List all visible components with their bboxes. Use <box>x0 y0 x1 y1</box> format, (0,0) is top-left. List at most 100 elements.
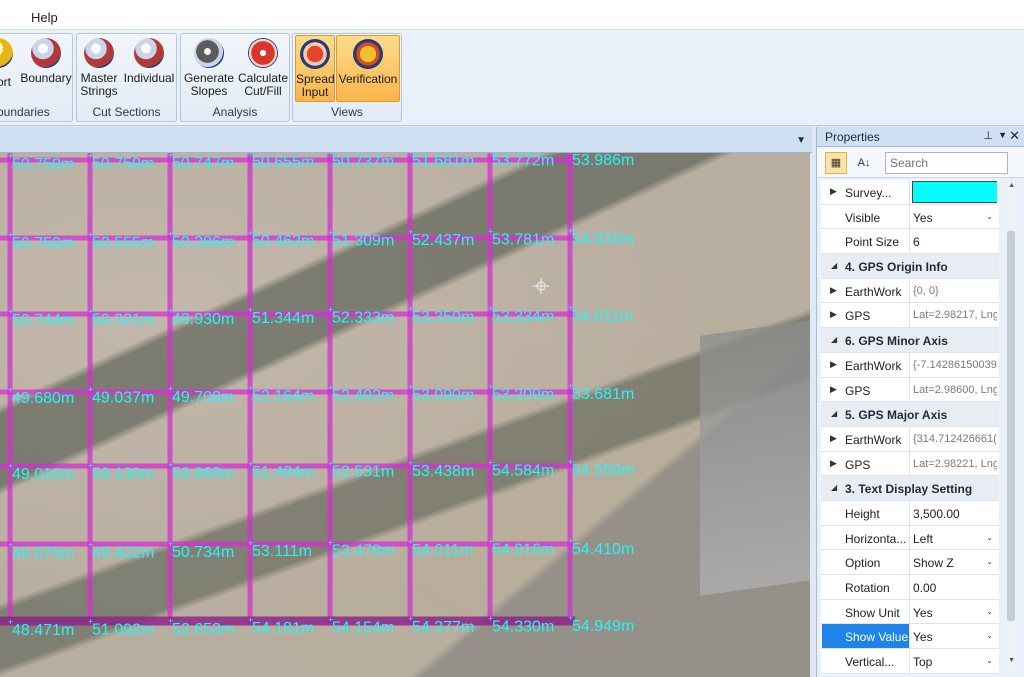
elevation-label: 53.111m <box>252 543 312 560</box>
property-row[interactable]: Height 3,500.00 <box>821 500 999 526</box>
property-row[interactable]: Option Show Z ⌄ <box>821 550 999 575</box>
ribbon-group-views: Spread Input Verification Views <box>292 33 402 122</box>
property-value[interactable]: Lat=2.98221, Lng <box>909 451 997 476</box>
scrollbar-thumb[interactable] <box>1007 231 1015 621</box>
elevation-label: 54.410m <box>572 541 634 558</box>
color-swatch[interactable] <box>912 181 997 203</box>
elevation-label: 50.968m <box>172 465 234 482</box>
property-category[interactable]: ◢ 4. GPS Origin Info <box>821 254 999 279</box>
property-row[interactable]: Point Size 6 <box>821 229 999 255</box>
collapse-triangle-icon[interactable]: ◢ <box>831 483 837 492</box>
chevron-down-icon[interactable]: ⌄ <box>986 212 993 221</box>
elevation-label: 49.708m <box>172 389 234 406</box>
elevation-label: 54.154m <box>332 620 394 637</box>
property-value[interactable]: Lat=2.98600, Lng <box>909 377 997 402</box>
chevron-down-icon[interactable]: ▼ <box>796 135 806 146</box>
property-value[interactable]: 3,500.00 <box>909 500 997 525</box>
elevation-label: 49.680m <box>12 390 74 407</box>
calculate-cut-fill-button[interactable]: Calculate Cut/Fill <box>236 35 290 102</box>
property-name: Rotation <box>845 581 890 595</box>
property-value[interactable]: {314.712426661( <box>909 426 997 451</box>
ribbon-group-cut-sections: Master Strings Individual Cut Sections <box>76 33 177 122</box>
property-value[interactable]: Top ⌄ <box>909 649 997 673</box>
map-view[interactable]: +50.750m +50.750m +50.747m +50.655m +50.737m… <box>0 153 810 677</box>
property-value-text: Lat=2.98600, Lng <box>913 383 997 396</box>
elevation-label: 54.559m <box>572 462 634 479</box>
property-value[interactable]: Yes ⌄ <box>909 204 997 229</box>
property-row[interactable]: ▶ GPS Lat=2.98600, Lng <box>821 377 999 403</box>
search-input[interactable] <box>885 152 1008 174</box>
property-name: Show Unit <box>845 605 900 620</box>
ribbon-group-boundaries: ort Boundary oundaries <box>0 33 73 122</box>
expand-triangle-icon[interactable]: ▶ <box>830 359 837 370</box>
elevation-label: 51.484m <box>252 464 314 481</box>
chevron-down-icon[interactable]: ⌄ <box>986 656 993 665</box>
property-value[interactable]: Yes ⌄ <box>909 599 997 624</box>
pin-icon[interactable]: ⊥ <box>983 129 993 142</box>
property-value[interactable]: {-7.14286150039 <box>909 352 997 377</box>
elevation-label: 54.330m <box>492 618 554 635</box>
property-category[interactable]: ◢ 3. Text Display Setting <box>821 476 999 501</box>
property-row[interactable]: ▶ EarthWork {0, 0} <box>821 278 999 304</box>
elevation-label: 54.377m <box>412 619 474 636</box>
panel-menu-icon[interactable]: ▼ <box>998 130 1007 140</box>
property-row[interactable]: Show Unit Yes ⌄ <box>821 599 999 625</box>
expand-triangle-icon[interactable]: ▶ <box>830 309 837 320</box>
property-value[interactable]: Show Z ⌄ <box>909 550 997 574</box>
chevron-down-icon[interactable]: ⌄ <box>986 607 993 616</box>
collapse-triangle-icon[interactable]: ◢ <box>831 261 837 270</box>
elevation-label: 53.090m <box>412 387 474 404</box>
expand-triangle-icon[interactable]: ▶ <box>830 433 837 444</box>
expand-triangle-icon[interactable]: ▶ <box>830 186 837 197</box>
master-strings-button[interactable]: Master Strings <box>78 35 120 102</box>
property-row[interactable]: ▶ GPS Lat=2.98221, Lng <box>821 451 999 477</box>
property-value[interactable]: 0.00 <box>909 575 997 599</box>
scroll-up-icon[interactable]: ▲ <box>1008 182 1015 189</box>
property-value[interactable]: Lat=2.98217, Lng <box>909 303 997 328</box>
property-row[interactable]: Horizonta... Left ⌄ <box>821 525 999 551</box>
property-value[interactable]: Yes ⌄ <box>909 624 997 649</box>
property-row[interactable]: ▶ Survey... <box>821 180 999 205</box>
property-name: 6. GPS Minor Axis <box>845 334 948 349</box>
property-value[interactable]: {0, 0} <box>909 278 997 303</box>
elevation-label: 50.744m <box>12 312 74 329</box>
property-row[interactable]: ▶ EarthWork {-7.14286150039 <box>821 352 999 378</box>
menu-help[interactable]: Help <box>31 10 58 25</box>
import-button[interactable]: ort <box>0 35 17 102</box>
individual-button[interactable]: Individual <box>121 35 177 102</box>
close-icon[interactable]: ✕ <box>1009 128 1020 144</box>
property-value-text: Left <box>913 531 934 546</box>
sort-alphabetical-icon[interactable]: A↓ <box>853 152 875 174</box>
property-row[interactable]: ▶ EarthWork {314.712426661( <box>821 426 999 452</box>
expand-triangle-icon[interactable]: ▶ <box>830 285 837 296</box>
property-value[interactable]: Left ⌄ <box>909 525 997 550</box>
menu-bar: Help <box>0 0 1024 30</box>
property-row[interactable]: Show Value Yes ⌄ <box>821 624 999 650</box>
chevron-down-icon[interactable]: ⌄ <box>986 533 993 542</box>
collapse-triangle-icon[interactable]: ◢ <box>831 335 837 344</box>
verification-button[interactable]: Verification <box>336 35 400 102</box>
property-value[interactable]: 6 <box>909 229 997 254</box>
elevation-label: 50.462m <box>252 233 314 250</box>
property-value[interactable] <box>909 180 997 204</box>
master-strings-icon <box>84 38 114 68</box>
chevron-down-icon[interactable]: ⌄ <box>986 631 993 640</box>
property-row[interactable]: Visible Yes ⌄ <box>821 204 999 230</box>
property-row[interactable]: Rotation 0.00 <box>821 575 999 600</box>
property-row[interactable]: Vertical... Top ⌄ <box>821 649 999 674</box>
spread-input-button[interactable]: Spread Input <box>295 35 335 102</box>
property-row[interactable]: ▶ GPS Lat=2.98217, Lng <box>821 303 999 329</box>
generate-slopes-button[interactable]: Generate Slopes <box>183 35 235 102</box>
collapse-triangle-icon[interactable]: ◢ <box>831 409 837 418</box>
property-category[interactable]: ◢ 5. GPS Major Axis <box>821 402 999 427</box>
property-name: Height <box>845 506 880 521</box>
elevation-label: 50.750m <box>12 235 74 252</box>
expand-triangle-icon[interactable]: ▶ <box>830 384 837 395</box>
boundary-button[interactable]: Boundary <box>19 35 73 102</box>
property-category[interactable]: ◢ 6. GPS Minor Axis <box>821 328 999 353</box>
scroll-down-icon[interactable]: ▼ <box>1008 657 1015 664</box>
chevron-down-icon[interactable]: ⌄ <box>986 557 993 566</box>
expand-triangle-icon[interactable]: ▶ <box>830 458 837 469</box>
categorized-view-icon[interactable]: ▦ <box>825 152 847 174</box>
property-name: Point Size <box>845 235 900 250</box>
